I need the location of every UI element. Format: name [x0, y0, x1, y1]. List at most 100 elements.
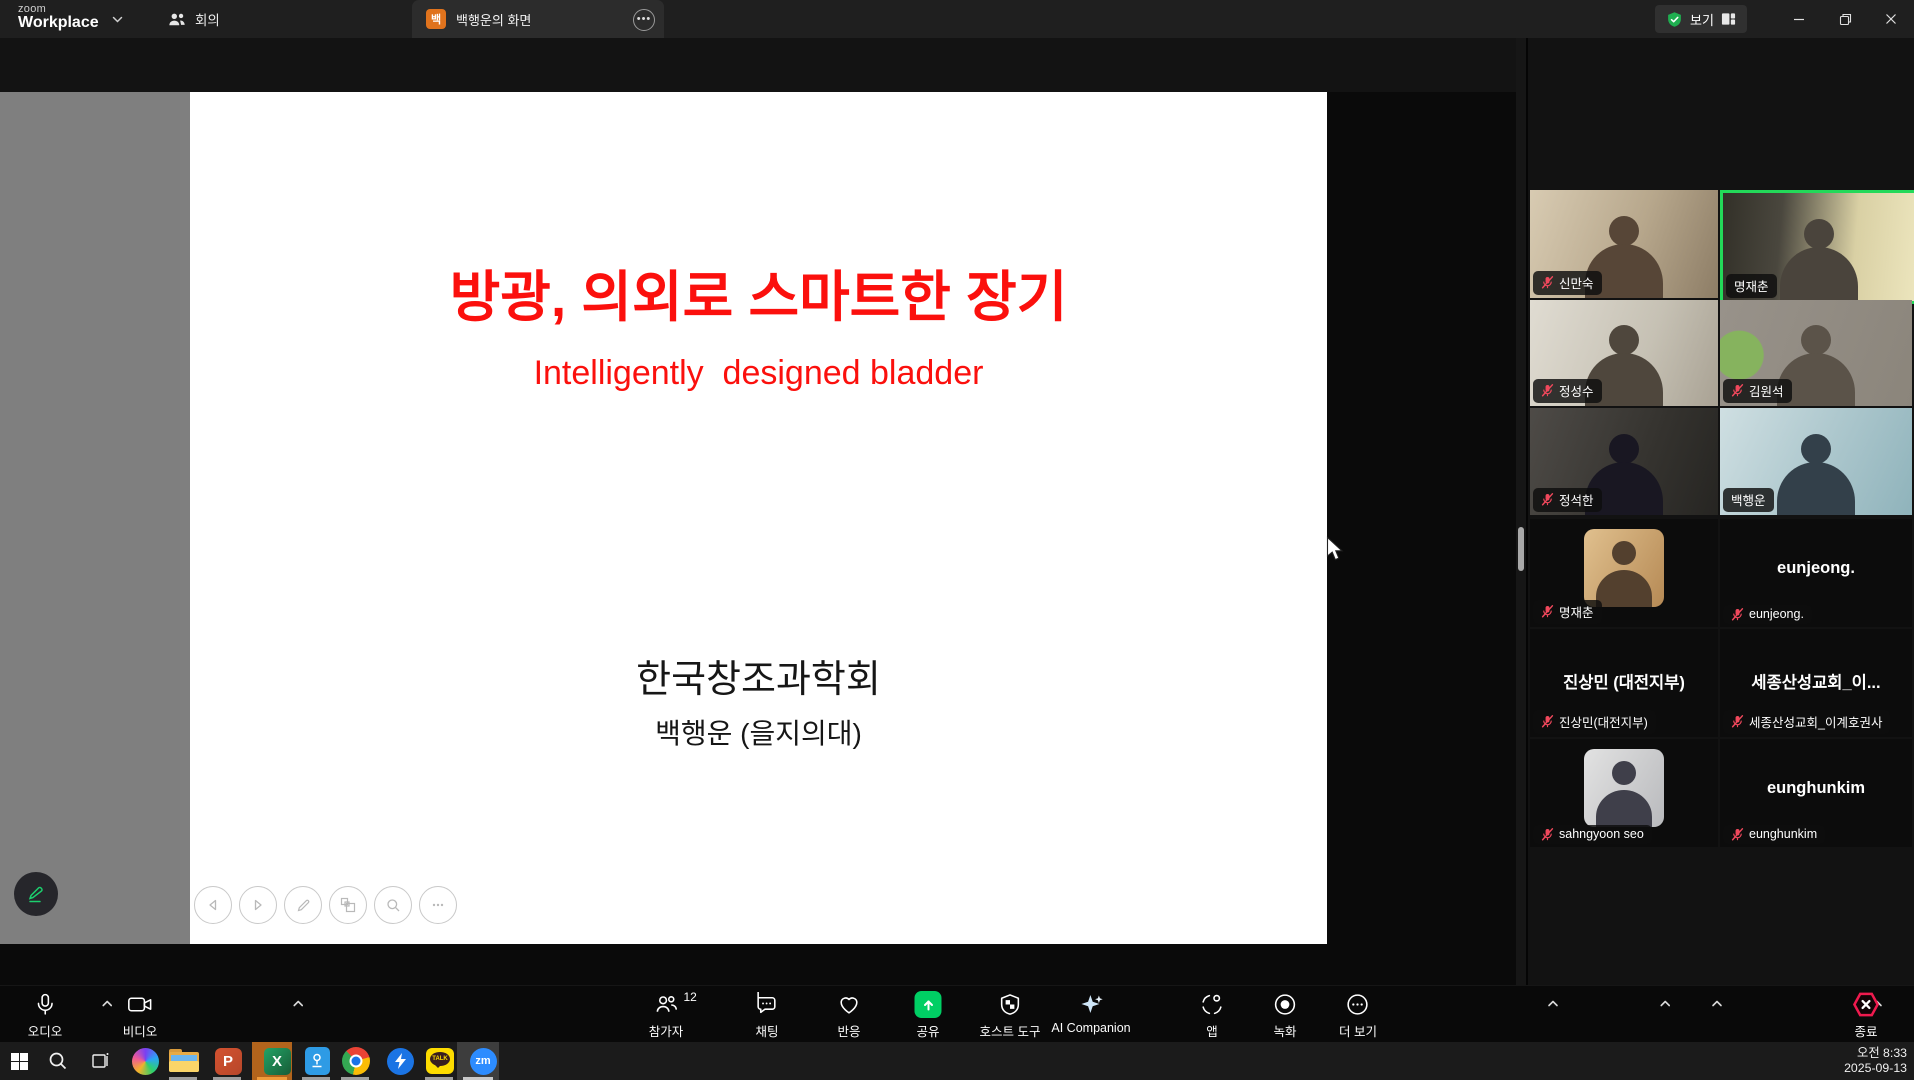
- chat-button[interactable]: 채팅: [755, 991, 1558, 1040]
- kakaotalk-icon[interactable]: TALK: [421, 1042, 459, 1080]
- view-button-label: 보기: [1690, 12, 1714, 28]
- participant-name: 세종산성교회_이계호권사: [1749, 716, 1883, 730]
- record-label: 녹화: [1273, 1025, 1297, 1039]
- audio-tile[interactable]: eunjeong. eunjeong.: [1720, 519, 1912, 627]
- chevron-up-icon[interactable]: [293, 1000, 304, 1007]
- chevron-up-icon[interactable]: [102, 1000, 113, 1007]
- participants-icon: 12: [653, 990, 697, 1018]
- participant-name: 김원석: [1749, 385, 1784, 399]
- viewer-app-icon[interactable]: [298, 1042, 336, 1080]
- participant-name: eunghunkim: [1749, 827, 1818, 841]
- restore-button[interactable]: [1824, 0, 1866, 38]
- file-explorer-icon[interactable]: [165, 1042, 203, 1080]
- nameplate: 정석한: [1533, 488, 1602, 512]
- meeting-toolbar: 오디오 비디오 12 참가자 채팅 반응 공유 호스트 도구 AI Compan…: [0, 985, 1914, 1043]
- chevron-up-icon[interactable]: [1712, 1000, 1723, 1007]
- slide-organization: 한국창조과학회: [636, 659, 881, 701]
- nameplate: 세종산성교회_이계호권사: [1723, 710, 1891, 734]
- chevron-up-icon[interactable]: [1548, 1000, 1559, 1007]
- audio-tile[interactable]: 세종산성교회_이... 세종산성교회_이계호권사: [1720, 629, 1912, 737]
- powerpoint-icon[interactable]: P: [209, 1042, 247, 1080]
- chevron-down-icon[interactable]: [112, 16, 123, 23]
- shared-screen-top-strip: [0, 38, 1520, 92]
- slideshow-more-button[interactable]: [419, 886, 457, 924]
- task-view-icon[interactable]: [81, 1042, 119, 1080]
- close-button[interactable]: [1870, 0, 1912, 38]
- view-button[interactable]: 보기: [1655, 5, 1747, 33]
- slideshow-pen-button[interactable]: [284, 886, 322, 924]
- shared-desktop-strip: [0, 92, 190, 944]
- mic-muted-icon: [1541, 715, 1554, 728]
- video-tile[interactable]: 백행운: [1720, 408, 1912, 515]
- video-button[interactable]: 비디오: [123, 991, 304, 1040]
- zoom-app-icon: zm: [464, 1042, 502, 1080]
- record-button[interactable]: 녹화: [1273, 991, 1298, 1040]
- tab-meeting[interactable]: 회의: [158, 0, 230, 38]
- start-button[interactable]: [0, 1042, 38, 1080]
- video-tile-active-speaker[interactable]: 명재춘: [1720, 190, 1914, 304]
- reactions-button[interactable]: 반응: [837, 991, 1722, 1040]
- ai-companion-button[interactable]: AI Companion: [1051, 991, 1131, 1035]
- participant-display-name: eunghunkim: [1766, 779, 1866, 797]
- slide-title: 방광, 의외로 스마트한 장기: [449, 266, 1068, 328]
- apps-button[interactable]: 앱: [1200, 991, 1225, 1040]
- video-tile[interactable]: 정성수: [1530, 300, 1718, 406]
- ellipsis-icon: [1345, 991, 1370, 1018]
- participants-button[interactable]: 12 참가자: [649, 990, 1671, 1040]
- avatar: [1584, 529, 1664, 607]
- more-button[interactable]: 더 보기: [1339, 991, 1377, 1040]
- chevron-up-icon[interactable]: [1660, 1000, 1671, 1007]
- video-tile[interactable]: 신만숙: [1530, 190, 1718, 298]
- nameplate: 김원석: [1723, 379, 1792, 403]
- slideshow-next-button[interactable]: [239, 886, 277, 924]
- slideshow-zoom-button[interactable]: [374, 886, 412, 924]
- participant-name: 정성수: [1559, 385, 1594, 399]
- nameplate: 진상민(대전지부): [1533, 710, 1656, 734]
- annotate-button[interactable]: [14, 872, 58, 916]
- end-meeting-button[interactable]: 종료: [1852, 991, 1881, 1040]
- bolt-app-icon[interactable]: [381, 1042, 419, 1080]
- video-tile[interactable]: 정석한: [1530, 408, 1718, 515]
- apps-icon: [1200, 991, 1225, 1018]
- participant-display-name: 진상민 (대전지부): [1563, 674, 1685, 692]
- participants-count: 12: [683, 990, 697, 1004]
- mouse-cursor: [1326, 536, 1345, 563]
- copilot-icon[interactable]: [126, 1042, 164, 1080]
- participant-display-name: eunjeong.: [1777, 559, 1855, 577]
- audio-tile[interactable]: eunghunkim eunghunkim: [1720, 739, 1912, 847]
- host-tools-button[interactable]: 호스트 도구: [979, 991, 1041, 1040]
- avatar: [1584, 749, 1664, 827]
- mic-muted-icon: [1541, 827, 1554, 841]
- audio-tile[interactable]: 진상민 (대전지부) 진상민(대전지부): [1530, 629, 1718, 737]
- participant-name: sahngyoon seo: [1559, 827, 1644, 841]
- slideshow-prev-button[interactable]: [194, 886, 232, 924]
- end-meeting-label: 종료: [1854, 1025, 1878, 1039]
- scrollbar-thumb[interactable]: [1518, 527, 1524, 571]
- workplace-logo: Workplace: [18, 14, 99, 31]
- audio-button[interactable]: 오디오: [28, 991, 113, 1040]
- end-meeting-icon: [1852, 991, 1881, 1018]
- more-label: 더 보기: [1339, 1025, 1377, 1039]
- minimize-button[interactable]: [1778, 0, 1820, 38]
- share-button[interactable]: 공유: [914, 991, 1882, 1040]
- nameplate: 정성수: [1533, 379, 1602, 403]
- chat-bubble-icon: [755, 991, 780, 1018]
- taskbar-clock[interactable]: 오전 8:33 2025-09-13: [1844, 1046, 1907, 1076]
- chrome-icon[interactable]: [337, 1042, 375, 1080]
- zoom-taskbar-tile[interactable]: zm: [457, 1042, 499, 1080]
- participant-name: 진상민(대전지부): [1559, 716, 1648, 730]
- search-icon[interactable]: [39, 1042, 77, 1080]
- excel-icon: X: [258, 1042, 296, 1080]
- scrollbar-track[interactable]: [1516, 38, 1526, 985]
- excel-taskbar-tile[interactable]: X: [252, 1042, 292, 1080]
- participant-name: 신만숙: [1559, 277, 1594, 291]
- nameplate: 명재춘: [1726, 274, 1777, 298]
- slideshow-slides-button[interactable]: [329, 886, 367, 924]
- host-tools-label: 호스트 도구: [979, 1025, 1041, 1039]
- tab-shared-screen[interactable]: 백 백행운의 화면 •••: [412, 0, 664, 38]
- audio-tile[interactable]: 명재춘: [1530, 519, 1718, 627]
- audio-tile[interactable]: sahngyoon seo: [1530, 739, 1718, 847]
- video-tile[interactable]: 김원석: [1720, 300, 1912, 406]
- mic-icon: [32, 991, 57, 1018]
- tab-options-icon[interactable]: •••: [633, 9, 655, 31]
